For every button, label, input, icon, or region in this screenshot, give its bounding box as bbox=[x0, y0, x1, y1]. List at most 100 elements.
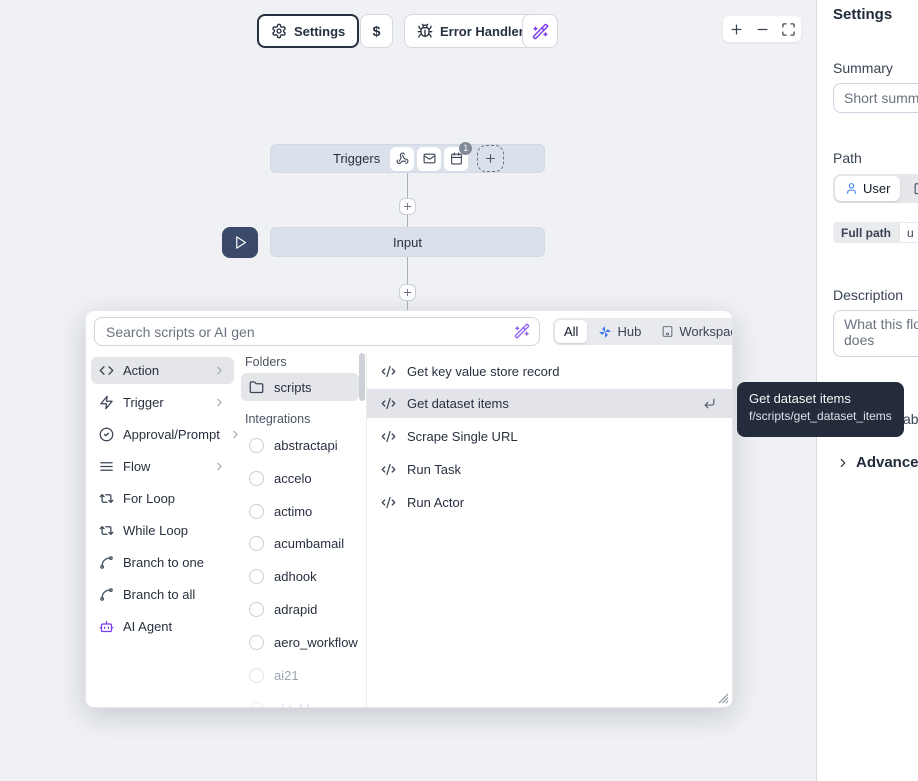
menu-item-trigger[interactable]: Trigger bbox=[91, 389, 234, 416]
script-picker-modal: All Hub Workspace Action Trigger Approva… bbox=[85, 310, 733, 708]
path-folder-option[interactable] bbox=[914, 182, 918, 196]
fit-view-icon[interactable] bbox=[781, 22, 796, 37]
wand-sparkles-icon bbox=[532, 23, 549, 40]
integration-logo-placeholder bbox=[249, 668, 264, 683]
integration-item[interactable]: airtable bbox=[241, 695, 359, 708]
error-handler-button[interactable]: Error Handler bbox=[404, 14, 537, 48]
search-input[interactable] bbox=[94, 317, 540, 346]
run-flow-button[interactable] bbox=[222, 227, 258, 258]
repeat-icon bbox=[99, 491, 114, 506]
integrations-scrollbar[interactable] bbox=[359, 353, 365, 401]
edge-line bbox=[407, 257, 408, 285]
insert-node-button[interactable] bbox=[399, 284, 416, 301]
email-trigger-icon[interactable] bbox=[417, 147, 441, 171]
dollar-label: $ bbox=[373, 23, 381, 39]
error-handler-label: Error Handler bbox=[440, 24, 524, 39]
tab-all[interactable]: All bbox=[555, 320, 587, 343]
tab-workspace[interactable]: Workspace bbox=[652, 320, 733, 343]
integration-item[interactable]: adrapid bbox=[241, 595, 359, 623]
menu-item-ai-agent[interactable]: AI Agent bbox=[91, 613, 234, 640]
panel-title: Settings bbox=[833, 6, 892, 23]
ai-wand-button[interactable] bbox=[522, 14, 558, 48]
zoom-in-icon[interactable] bbox=[729, 22, 744, 37]
schedule-trigger-icon[interactable]: 1 bbox=[444, 147, 468, 171]
zoom-out-icon[interactable] bbox=[755, 22, 770, 37]
result-item[interactable]: Run Task bbox=[367, 455, 732, 484]
tooltip-title: Get dataset items bbox=[749, 391, 892, 406]
integration-logo-placeholder bbox=[249, 702, 264, 709]
zap-icon bbox=[99, 395, 114, 410]
schedule-count-badge: 1 bbox=[459, 142, 472, 155]
occluded-label-fragment: ab bbox=[903, 411, 918, 427]
triggers-node-label: Triggers bbox=[333, 151, 380, 166]
edge-line bbox=[407, 214, 408, 227]
full-path-row: Full path u bbox=[833, 222, 918, 243]
description-textarea[interactable] bbox=[833, 310, 918, 357]
menu-item-branch-to-all[interactable]: Branch to all bbox=[91, 581, 234, 608]
integration-item[interactable]: adhook bbox=[241, 562, 359, 590]
integration-item[interactable]: abstractapi bbox=[241, 431, 359, 459]
path-owner-toggle: User bbox=[833, 174, 918, 203]
menu-item-for-loop[interactable]: For Loop bbox=[91, 485, 234, 512]
settings-button[interactable]: Settings bbox=[257, 14, 359, 48]
integration-item[interactable]: aero_workflow bbox=[241, 628, 359, 656]
integration-item[interactable]: ai21 bbox=[241, 661, 359, 689]
input-node-label: Input bbox=[393, 235, 422, 250]
menu-item-branch-to-one[interactable]: Branch to one bbox=[91, 549, 234, 576]
menu-item-flow[interactable]: Flow bbox=[91, 453, 234, 480]
full-path-label: Full path bbox=[833, 222, 899, 243]
result-item[interactable]: Run Actor bbox=[367, 488, 732, 517]
integrations-header: Integrations bbox=[245, 412, 310, 426]
tooltip-path: f/scripts/get_dataset_items bbox=[749, 409, 892, 423]
chevron-right-icon bbox=[229, 428, 242, 441]
input-node[interactable]: Input bbox=[270, 227, 545, 257]
repeat-icon bbox=[99, 523, 114, 538]
result-item-selected[interactable]: Get dataset items bbox=[367, 389, 732, 418]
branch-icon bbox=[99, 555, 114, 570]
folder-item-scripts[interactable]: scripts bbox=[241, 373, 359, 401]
code-icon bbox=[99, 363, 114, 378]
bug-icon bbox=[417, 23, 433, 39]
integration-logo-placeholder bbox=[249, 504, 264, 519]
advanced-section-toggle[interactable]: Advanced bbox=[836, 454, 918, 471]
dollar-button[interactable]: $ bbox=[360, 14, 393, 48]
search-box bbox=[94, 317, 540, 346]
ai-gen-wand-icon[interactable] bbox=[514, 323, 530, 339]
chevron-right-icon bbox=[213, 396, 226, 409]
resize-handle-icon[interactable] bbox=[717, 692, 729, 704]
edge-line bbox=[407, 300, 408, 310]
integration-item[interactable]: acumbamail bbox=[241, 529, 359, 557]
flow-lines-icon bbox=[99, 459, 114, 474]
source-filter-tabs: All Hub Workspace bbox=[553, 318, 733, 345]
full-path-value: u bbox=[899, 222, 918, 243]
tab-hub[interactable]: Hub bbox=[589, 320, 650, 343]
menu-item-while-loop[interactable]: While Loop bbox=[91, 517, 234, 544]
integration-item[interactable]: accelo bbox=[241, 464, 359, 492]
add-trigger-button[interactable] bbox=[477, 145, 504, 172]
edge-line bbox=[407, 173, 408, 199]
path-user-option[interactable]: User bbox=[835, 176, 900, 201]
integration-logo-placeholder bbox=[249, 635, 264, 650]
integration-logo-placeholder bbox=[249, 471, 264, 486]
description-label: Description bbox=[833, 287, 903, 303]
result-item[interactable]: Get key value store record bbox=[367, 357, 732, 386]
folder-icon bbox=[249, 380, 264, 395]
user-icon bbox=[845, 182, 858, 195]
canvas-zoom-controls bbox=[723, 16, 801, 42]
integration-item[interactable]: actimo bbox=[241, 497, 359, 525]
summary-label: Summary bbox=[833, 60, 893, 76]
code-xml-icon bbox=[381, 462, 396, 477]
settings-button-label: Settings bbox=[294, 24, 345, 39]
code-xml-icon bbox=[381, 364, 396, 379]
summary-input[interactable] bbox=[833, 83, 918, 113]
webhook-trigger-icon[interactable] bbox=[390, 147, 414, 171]
menu-item-approval-prompt[interactable]: Approval/Prompt bbox=[91, 421, 234, 448]
branch-icon bbox=[99, 587, 114, 602]
result-item[interactable]: Scrape Single URL bbox=[367, 422, 732, 451]
code-xml-icon bbox=[381, 396, 396, 411]
triggers-node[interactable]: Triggers 1 bbox=[270, 144, 545, 173]
insert-node-button[interactable] bbox=[399, 198, 416, 215]
menu-item-action[interactable]: Action bbox=[91, 357, 234, 384]
chevron-right-icon bbox=[836, 456, 850, 470]
hub-windmill-icon bbox=[598, 325, 612, 339]
